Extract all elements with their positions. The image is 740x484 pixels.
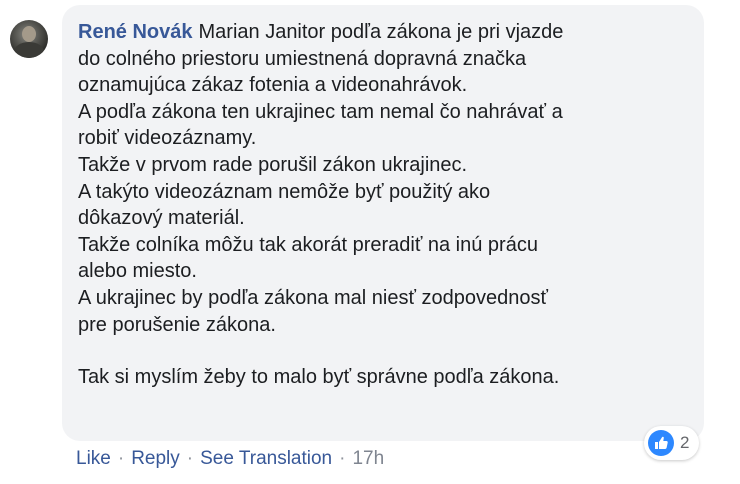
timestamp-link[interactable]: 17h	[352, 448, 384, 470]
comment-line: alebo miesto.	[78, 260, 197, 283]
comment-line: robiť videozáznamy.	[78, 127, 257, 150]
avatar-head-shape	[22, 26, 36, 42]
like-link[interactable]: Like	[76, 448, 111, 470]
comment-bubble: René Novák Marian Janitor podľa zákona je…	[62, 5, 704, 441]
separator-dot: ·	[186, 448, 194, 469]
comment-line: A ukrajinec by podľa zákona mal niesť zo…	[78, 286, 549, 309]
like-icon	[648, 430, 674, 456]
reaction-count: 2	[680, 433, 690, 452]
avatar-shoulders-shape	[14, 42, 44, 58]
comment-text: René Novák Marian Janitor podľa zákona je…	[78, 19, 688, 391]
comment-line: dôkazový materiál.	[78, 207, 245, 230]
comment-line: oznamujúca zákaz fotenia a videonahrávok…	[78, 74, 468, 97]
comment-actions: Like · Reply · See Translation · 17h	[76, 448, 384, 470]
separator-dot: ·	[339, 448, 346, 469]
reaction-summary[interactable]: 2	[644, 426, 700, 460]
comment-line: Tak si myslím žeby to malo byť správne p…	[78, 366, 560, 389]
comment-line: A podľa zákona ten ukrajinec tam nemal č…	[78, 100, 563, 123]
separator-dot: ·	[117, 448, 125, 469]
comment-line-text: Marian Janitor podľa zákona je pri vjazd…	[198, 21, 564, 43]
comment-line: Takže colníka môžu tak akorát preradiť n…	[78, 233, 538, 256]
comment-line: pre porušenie zákona.	[78, 313, 276, 336]
comment-line: René Novák Marian Janitor podľa zákona je…	[78, 19, 688, 46]
comment-line: Takže v prvom rade porušil zákon ukrajin…	[78, 153, 468, 176]
comment-line: do colného priestoru umiestnená dopravná…	[78, 47, 527, 70]
reply-link[interactable]: Reply	[131, 448, 180, 470]
thumbs-up-glyph	[655, 436, 668, 449]
see-translation-link[interactable]: See Translation	[200, 448, 332, 470]
comment-line: A takýto videozáznam nemôže byť použitý …	[78, 180, 491, 203]
avatar[interactable]	[10, 20, 48, 58]
author-name[interactable]: René Novák	[78, 21, 193, 43]
